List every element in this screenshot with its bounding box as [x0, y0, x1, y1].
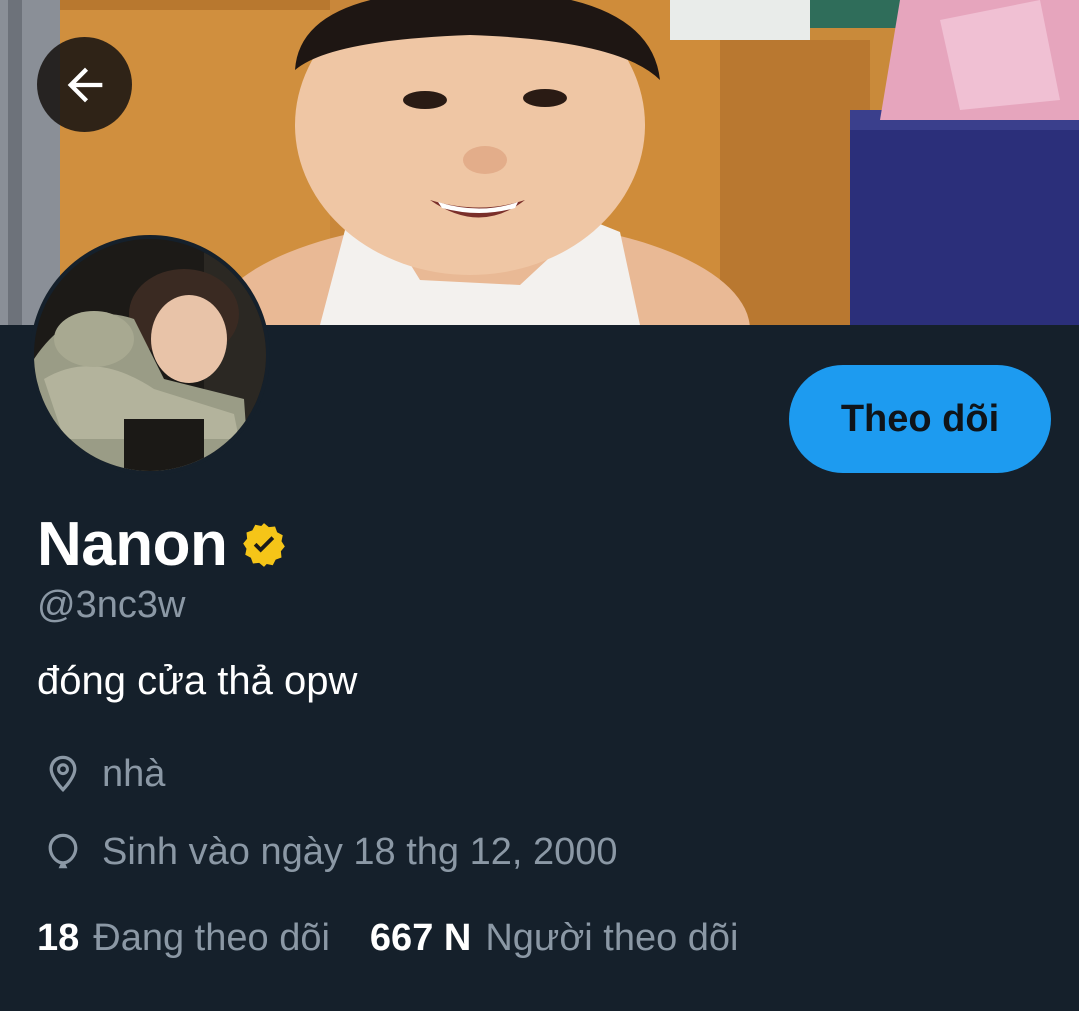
followers-link[interactable]: Người theo dõi [485, 917, 738, 960]
following-link[interactable]: Đang theo dõi [93, 917, 330, 960]
profile-page: Theo dõi Nanon @3nc3w đóng cửa thả opw n… [0, 0, 1079, 1011]
display-name: Nanon [37, 510, 228, 579]
profile-bio: đóng cửa thả opw [37, 659, 358, 703]
balloon-icon [40, 829, 86, 875]
following-count[interactable]: 18 [37, 917, 79, 960]
birthday-row: Sinh vào ngày 18 thg 12, 2000 [40, 829, 618, 875]
verified-badge-icon[interactable] [239, 520, 289, 570]
followers-count[interactable]: 667 N [370, 917, 471, 960]
location-text: nhà [102, 752, 166, 795]
birthday-text: Sinh vào ngày 18 thg 12, 2000 [102, 830, 618, 873]
name-row: Nanon [37, 507, 289, 582]
profile-avatar[interactable] [30, 235, 270, 475]
user-handle: @3nc3w [37, 584, 186, 626]
follow-stats: 18 Đang theo dõi 667 N Người theo dõi [37, 917, 779, 960]
arrow-left-icon [59, 59, 111, 111]
location-pin-icon [40, 751, 86, 797]
location-row: nhà [40, 751, 165, 797]
follow-button[interactable]: Theo dõi [789, 365, 1051, 473]
back-button[interactable] [37, 37, 132, 132]
